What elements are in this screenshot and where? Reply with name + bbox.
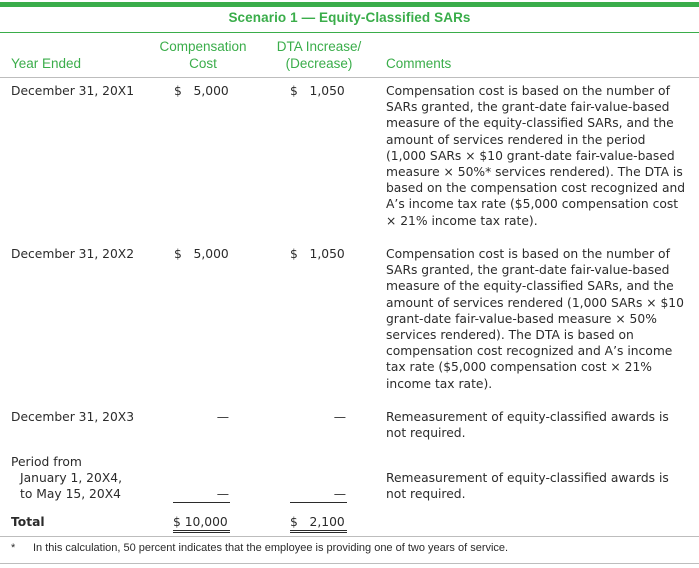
row-comment: Remeasurement of equity-classified award… [386, 410, 669, 441]
header-divider [0, 77, 699, 78]
header-compensation-line1: Compensation [159, 39, 247, 54]
title-divider [0, 32, 699, 33]
header-compensation-line2: Cost [189, 56, 217, 71]
footnote-top-divider [0, 536, 699, 537]
footnote-marker: * [11, 542, 16, 554]
total-dta: $ 2,100 [290, 515, 345, 529]
header-dta-line1: DTA Increase/ [276, 39, 362, 54]
row-year-line2: January 1, 20X4, [20, 471, 122, 486]
row-year-line1: Period from [11, 455, 82, 469]
total-double-underline-dta-2 [290, 532, 347, 533]
header-year-ended: Year Ended [11, 56, 82, 71]
row-compensation-cost: — [216, 487, 229, 501]
row-comment: Compensation cost is based on the number… [386, 247, 684, 391]
row-year: Period from January 1, 20X4, to May 15, … [11, 454, 122, 503]
footnote: * In this calculation, 50 percent indicat… [11, 542, 508, 554]
footnote-bottom-divider [0, 563, 699, 564]
row-compensation-cost: $ 5,000 [174, 247, 229, 261]
total-compensation-cost: $ 10,000 [173, 515, 228, 529]
row-year: December 31, 20X3 [11, 410, 135, 424]
row-year: December 31, 20X1 [11, 84, 135, 98]
header-compensation-cost: Compensation Cost [148, 38, 258, 72]
total-double-underline-dta-1 [290, 530, 347, 531]
row-compensation-cost: — [216, 410, 229, 424]
subtotal-underline-compensation [173, 502, 230, 503]
header-dta-line2: (Decrease) [285, 56, 353, 71]
row-dta: — [333, 410, 346, 424]
header-comments: Comments [386, 56, 452, 71]
row-year: December 31, 20X2 [11, 247, 135, 261]
header-dta: DTA Increase/ (Decrease) [263, 38, 375, 72]
top-accent-bar [0, 2, 699, 7]
row-dta: — [333, 487, 346, 501]
total-double-underline-compensation-1 [173, 530, 230, 531]
row-comment: Remeasurement of equity-classified award… [386, 471, 669, 502]
row-compensation-cost: $ 5,000 [174, 84, 229, 98]
total-label: Total [11, 515, 45, 529]
row-comment: Compensation cost is based on the number… [386, 84, 686, 228]
footnote-text: In this calculation, 50 percent indicate… [33, 542, 509, 554]
row-year-line3: to May 15, 20X4 [20, 487, 121, 502]
table-title: Scenario 1 — Equity-Classified SARs [228, 10, 471, 25]
subtotal-underline-dta [290, 502, 347, 503]
row-dta: $ 1,050 [290, 247, 345, 261]
row-dta: $ 1,050 [290, 84, 345, 98]
total-double-underline-compensation-2 [173, 532, 230, 533]
